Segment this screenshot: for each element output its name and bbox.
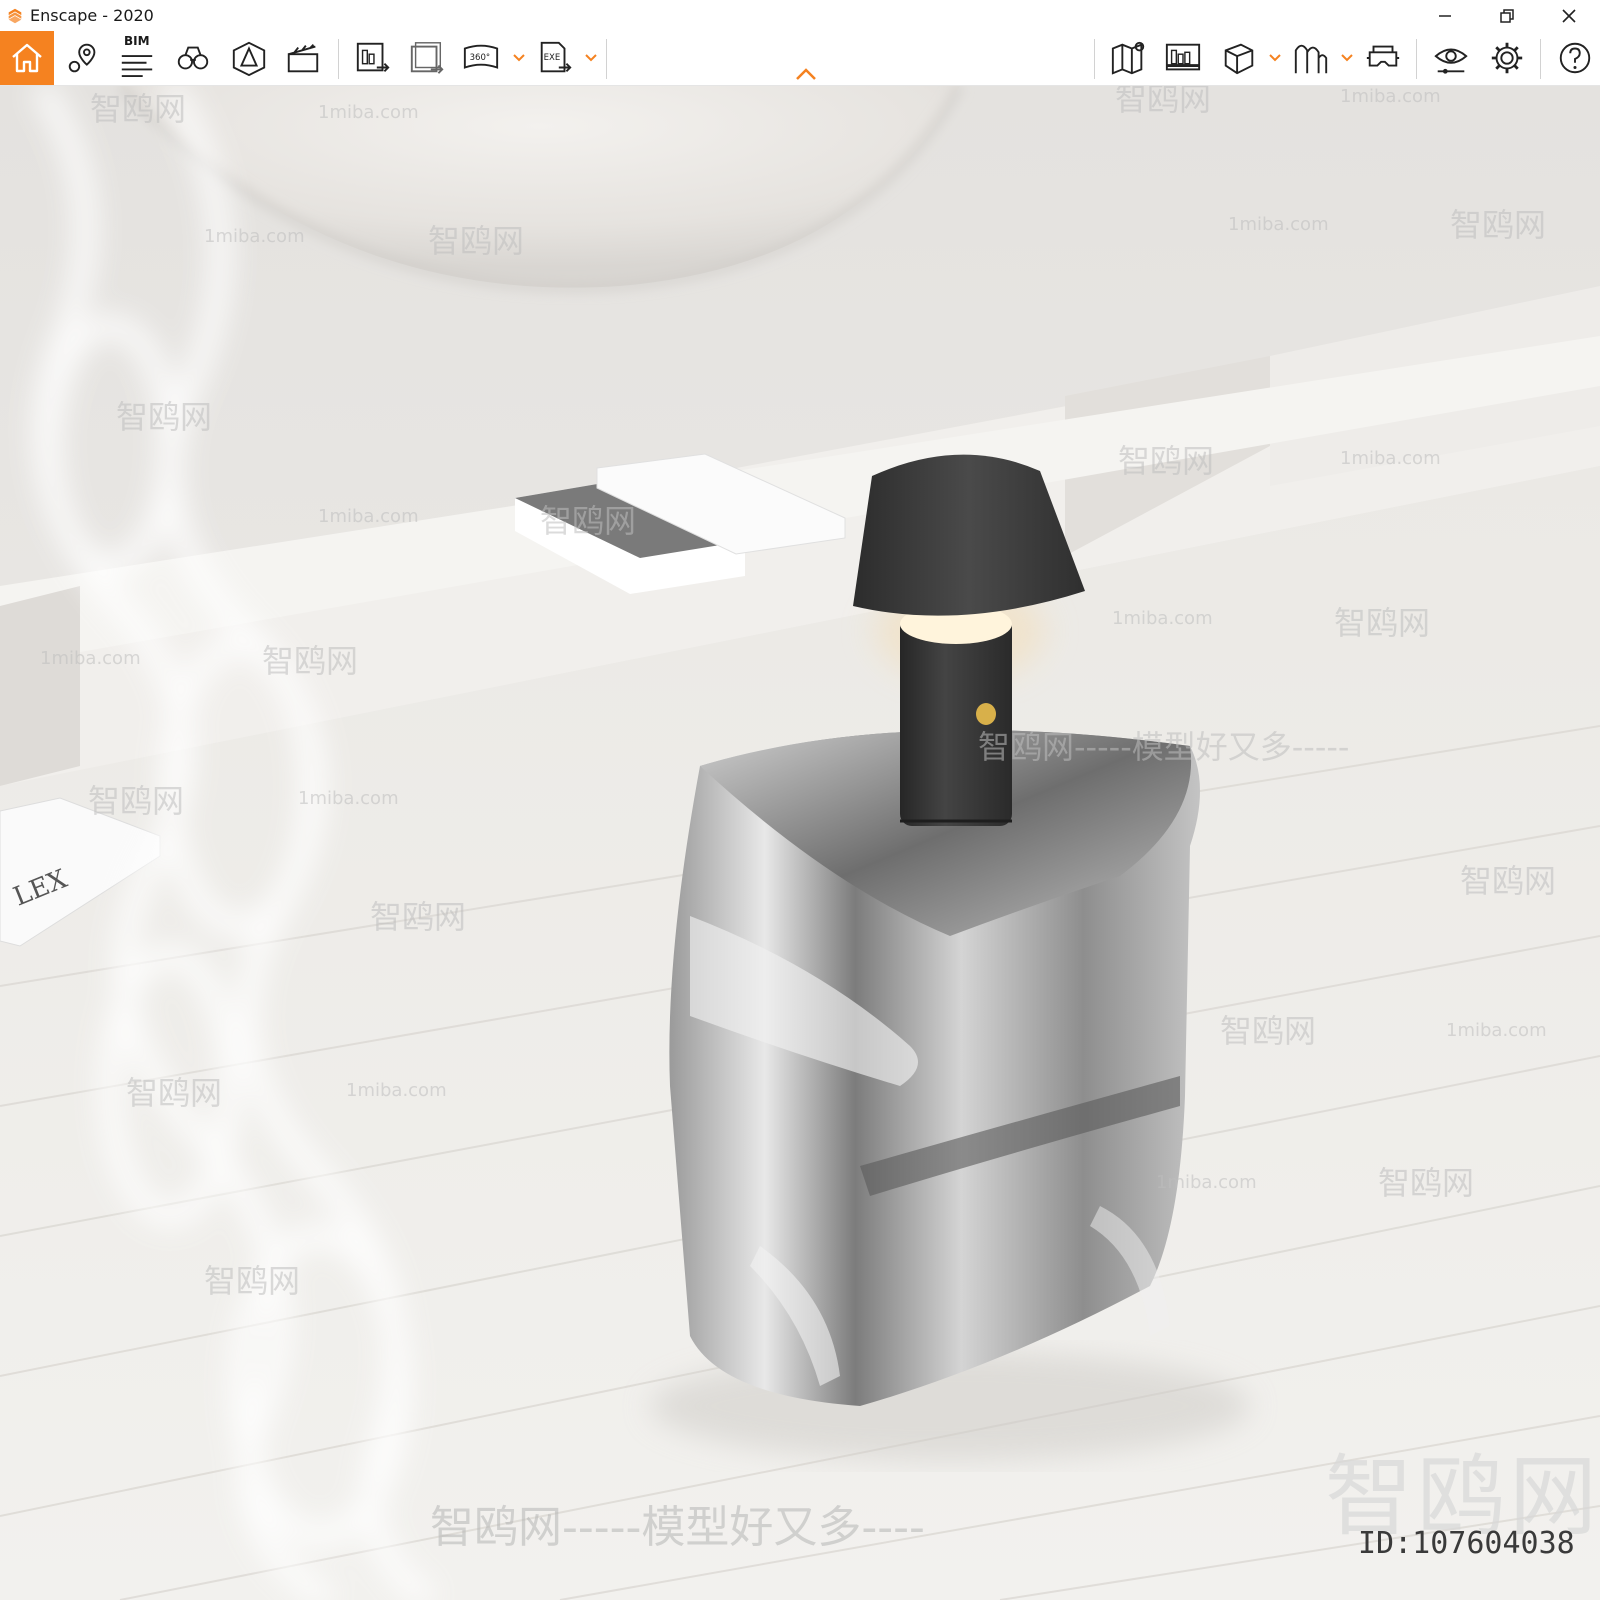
window-controls bbox=[1414, 0, 1600, 31]
toolbar-separator bbox=[1540, 39, 1541, 79]
bim-info-button[interactable]: BIM bbox=[114, 34, 160, 81]
enscape-logo-icon bbox=[8, 8, 22, 23]
restore-icon bbox=[1500, 8, 1514, 23]
toolbar-separator bbox=[338, 39, 339, 79]
svg-text:360°: 360° bbox=[470, 53, 491, 63]
help-icon bbox=[1559, 42, 1591, 74]
toolbar-separator bbox=[1416, 39, 1417, 79]
chevron-down-icon bbox=[1341, 54, 1353, 62]
batch-export-icon bbox=[410, 42, 444, 74]
chevron-down-icon bbox=[1269, 54, 1281, 62]
section-box-button[interactable] bbox=[1216, 35, 1262, 81]
eye-settings-icon bbox=[1434, 48, 1468, 74]
binoculars-icon bbox=[177, 46, 209, 70]
close-icon bbox=[1562, 8, 1576, 23]
batch-render-button[interactable] bbox=[404, 35, 450, 81]
help-button[interactable] bbox=[1552, 35, 1598, 81]
title-bar: Enscape - 2020 bbox=[0, 0, 1600, 31]
collapse-toolbar-button[interactable] bbox=[795, 66, 817, 85]
chevron-down-icon bbox=[585, 54, 597, 62]
capture-images-button[interactable] bbox=[1160, 35, 1206, 81]
export-exe-dropdown[interactable] bbox=[584, 48, 598, 68]
location-pin-icon bbox=[68, 43, 96, 73]
asset-library-dropdown[interactable] bbox=[1340, 48, 1354, 68]
home-button[interactable] bbox=[0, 31, 54, 85]
asset-library-button[interactable] bbox=[1288, 35, 1334, 81]
home-icon bbox=[12, 43, 42, 73]
section-box-dropdown[interactable] bbox=[1268, 48, 1282, 68]
sun-settings-button[interactable] bbox=[226, 35, 272, 81]
model-id-label: ID:107604038 bbox=[1358, 1526, 1575, 1561]
visual-settings-button[interactable] bbox=[1428, 35, 1474, 81]
svg-text:EXE: EXE bbox=[544, 53, 561, 63]
restore-button[interactable] bbox=[1476, 0, 1538, 31]
minimize-button[interactable] bbox=[1414, 0, 1476, 31]
map-button[interactable] bbox=[1106, 35, 1152, 81]
export-360-dropdown[interactable] bbox=[512, 48, 526, 68]
scene-render: LEX bbox=[0, 86, 1600, 1600]
clapperboard-icon bbox=[287, 44, 319, 73]
render-viewport[interactable]: LEX 智鸥网 1miba.com 1miba.com 智鸥网 1miba.co… bbox=[0, 86, 1600, 1600]
chevron-up-icon bbox=[796, 68, 816, 80]
toolbar-separator bbox=[606, 39, 607, 79]
close-button[interactable] bbox=[1538, 0, 1600, 31]
image-export-icon bbox=[356, 42, 390, 72]
bim-label: BIM bbox=[124, 34, 150, 48]
cube-icon bbox=[1224, 43, 1254, 75]
gear-icon bbox=[1491, 42, 1523, 74]
video-editor-button[interactable] bbox=[280, 35, 326, 81]
export-exe-button[interactable]: EXE bbox=[532, 35, 578, 81]
enscape-toolbar: BIM 360° EXE bbox=[0, 31, 1600, 86]
vr-headset-icon bbox=[1366, 45, 1400, 67]
binoculars-button[interactable] bbox=[170, 35, 216, 81]
export-image-button[interactable] bbox=[350, 35, 396, 81]
capture-icon bbox=[1165, 43, 1201, 71]
settings-button[interactable] bbox=[1484, 35, 1530, 81]
asset-library-icon bbox=[1294, 44, 1328, 74]
exe-export-icon: EXE bbox=[540, 41, 572, 73]
map-icon bbox=[1111, 41, 1145, 75]
views-button[interactable] bbox=[60, 35, 106, 81]
chevron-down-icon bbox=[513, 54, 525, 62]
export-360-button[interactable]: 360° bbox=[458, 35, 504, 81]
panorama-360-icon: 360° bbox=[463, 44, 499, 69]
window-title: Enscape - 2020 bbox=[30, 6, 154, 25]
vr-headset-button[interactable] bbox=[1360, 35, 1406, 81]
sun-triangle-icon bbox=[232, 41, 266, 77]
minimize-icon bbox=[1439, 14, 1451, 17]
toolbar-separator bbox=[1094, 39, 1095, 79]
